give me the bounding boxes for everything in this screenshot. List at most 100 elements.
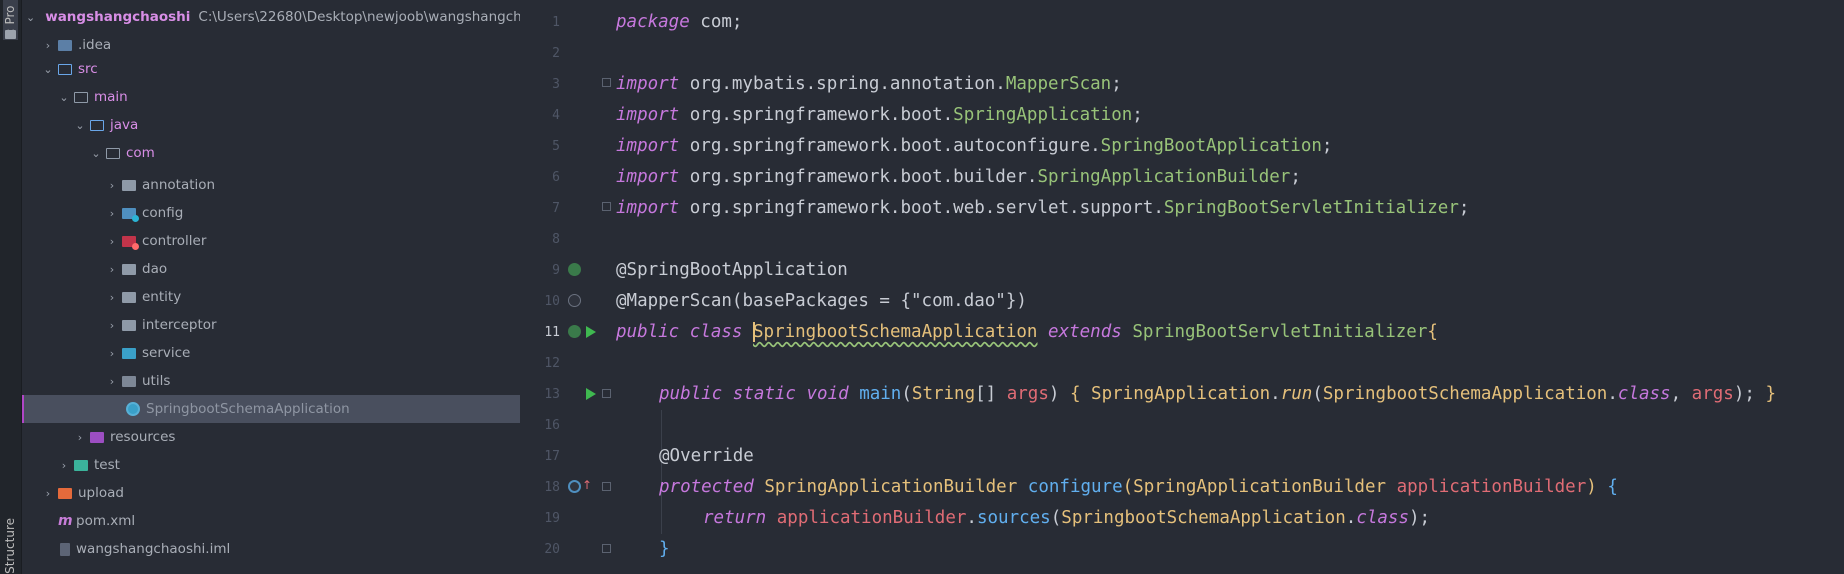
fold-marker-icon[interactable] [602, 544, 611, 553]
tree-item-label: com [126, 145, 155, 161]
code-line-13: public static void main(String[] args) {… [659, 384, 1776, 404]
chevron-down-icon[interactable]: ⌄ [74, 119, 86, 132]
chevron-right-icon[interactable]: › [106, 235, 118, 248]
tree-item-test[interactable]: › test [22, 451, 520, 479]
override-method-icon[interactable] [568, 480, 581, 493]
tree-item-com[interactable]: ⌄ com [22, 139, 520, 167]
arrow-up-icon[interactable]: ↑ [582, 478, 592, 492]
tree-item-service[interactable]: › service [22, 339, 520, 367]
source-folder-icon [58, 63, 72, 75]
tree-item-config[interactable]: › config [22, 199, 520, 227]
line-number: 16 [544, 418, 560, 433]
tree-item-label: wangshangchaoshi.iml [76, 541, 231, 557]
maven-file-icon: m [58, 513, 73, 529]
structure-tool-tab[interactable]: Structure [3, 518, 17, 574]
line-number: 1 [552, 15, 560, 30]
tree-item-dao[interactable]: › dao [22, 255, 520, 283]
code-line-7: import org.springframework.boot.web.serv… [616, 198, 1470, 218]
tree-item-springboot-schema-application[interactable]: SpringbootSchemaApplication [22, 395, 520, 423]
source-root-folder-icon [90, 119, 104, 131]
utils-folder-icon [122, 375, 136, 387]
tree-item-resources[interactable]: › resources [22, 423, 520, 451]
code-line-3: import org.mybatis.spring.annotation.Map… [616, 74, 1122, 94]
line-number: 17 [544, 449, 560, 464]
code-line-10: @MapperScan(basePackages = {"com.dao"}) [616, 291, 1027, 311]
tree-item-interceptor[interactable]: › interceptor [22, 311, 520, 339]
chevron-right-icon[interactable]: › [106, 207, 118, 220]
line-number: 18 [544, 480, 560, 495]
chevron-right-icon[interactable]: › [42, 39, 54, 52]
run-icon[interactable] [586, 388, 596, 400]
fold-marker-icon[interactable] [602, 202, 611, 211]
package-folder-icon [122, 319, 136, 331]
code-line-6: import org.springframework.boot.builder.… [616, 167, 1301, 187]
tree-item-annotation[interactable]: › annotation [22, 171, 520, 199]
tree-item-pom-xml[interactable]: m pom.xml [22, 507, 520, 535]
tree-item-entity[interactable]: › entity [22, 283, 520, 311]
tree-item-iml[interactable]: wangshangchaoshi.iml [22, 535, 520, 563]
package-folder-icon [122, 179, 136, 191]
tree-item-project-root[interactable]: ⌄ wangshangchaoshi C:\Users\22680\Deskto… [22, 3, 520, 31]
line-number: 13 [544, 387, 560, 402]
tool-window-strip: 1: Pro Structure [0, 0, 22, 574]
tree-item-main[interactable]: ⌄ main [22, 83, 520, 111]
tree-item-label: utils [142, 373, 171, 389]
package-folder-icon [122, 263, 136, 275]
line-number: 12 [544, 356, 560, 371]
fold-marker-icon[interactable] [602, 482, 611, 491]
line-number: 3 [552, 77, 560, 92]
module-file-icon [60, 542, 70, 556]
code-line-20: } [659, 539, 670, 559]
tree-item-label: SpringbootSchemaApplication [146, 401, 350, 417]
code-line-11: public class SpringbootSchemaApplication… [616, 322, 1438, 342]
code-editor[interactable]: package com; import org.mybatis.spring.a… [616, 0, 1844, 574]
chevron-down-icon[interactable]: ⌄ [58, 91, 70, 104]
chevron-right-icon[interactable]: › [42, 487, 54, 500]
line-number: 10 [544, 294, 560, 309]
line-number: 9 [552, 263, 560, 278]
run-icon[interactable] [586, 326, 596, 338]
code-line-1: package com; [616, 12, 743, 32]
line-number: 20 [544, 542, 560, 557]
code-line-18: protected SpringApplicationBuilder confi… [659, 477, 1618, 497]
chevron-right-icon[interactable]: › [106, 291, 118, 304]
package-folder-icon [106, 147, 120, 159]
line-number: 7 [552, 201, 560, 216]
tree-item-label: wangshangchaoshi [45, 9, 191, 25]
chevron-down-icon[interactable]: ⌄ [42, 63, 54, 76]
service-folder-icon [122, 347, 136, 359]
line-number: 4 [552, 108, 560, 123]
tree-item-utils[interactable]: › utils [22, 367, 520, 395]
tree-item-controller[interactable]: › controller [22, 227, 520, 255]
line-number: 2 [552, 46, 560, 61]
code-line-17: @Override [659, 446, 754, 466]
test-folder-icon [74, 459, 88, 471]
chevron-down-icon[interactable]: ⌄ [90, 147, 102, 160]
spring-bean-icon[interactable] [568, 325, 581, 338]
chevron-right-icon[interactable]: › [106, 319, 118, 332]
tree-item-label: .idea [78, 37, 112, 53]
chevron-right-icon[interactable]: › [106, 179, 118, 192]
tree-item-src[interactable]: ⌄ src [22, 55, 520, 83]
chevron-right-icon[interactable]: › [74, 431, 86, 444]
fold-marker-icon[interactable] [602, 389, 611, 398]
spring-scan-icon[interactable] [568, 294, 581, 307]
line-number: 11 [544, 325, 560, 340]
tree-item-java[interactable]: ⌄ java [22, 111, 520, 139]
fold-marker-icon[interactable] [602, 78, 611, 87]
chevron-right-icon[interactable]: › [106, 263, 118, 276]
chevron-right-icon[interactable]: › [106, 375, 118, 388]
upload-folder-icon [58, 487, 72, 499]
chevron-right-icon[interactable]: › [58, 459, 70, 472]
folder-icon [74, 91, 88, 103]
spring-bean-icon[interactable] [568, 263, 581, 276]
chevron-right-icon[interactable]: › [106, 347, 118, 360]
tree-item-label: config [142, 205, 184, 221]
chevron-down-icon[interactable]: ⌄ [26, 11, 35, 24]
controller-folder-icon [122, 235, 139, 250]
line-number: 5 [552, 139, 560, 154]
code-line-4: import org.springframework.boot.SpringAp… [616, 105, 1143, 125]
folder-icon [58, 39, 72, 51]
tree-item-label: main [94, 89, 128, 105]
tree-item-upload[interactable]: › upload [22, 479, 520, 507]
